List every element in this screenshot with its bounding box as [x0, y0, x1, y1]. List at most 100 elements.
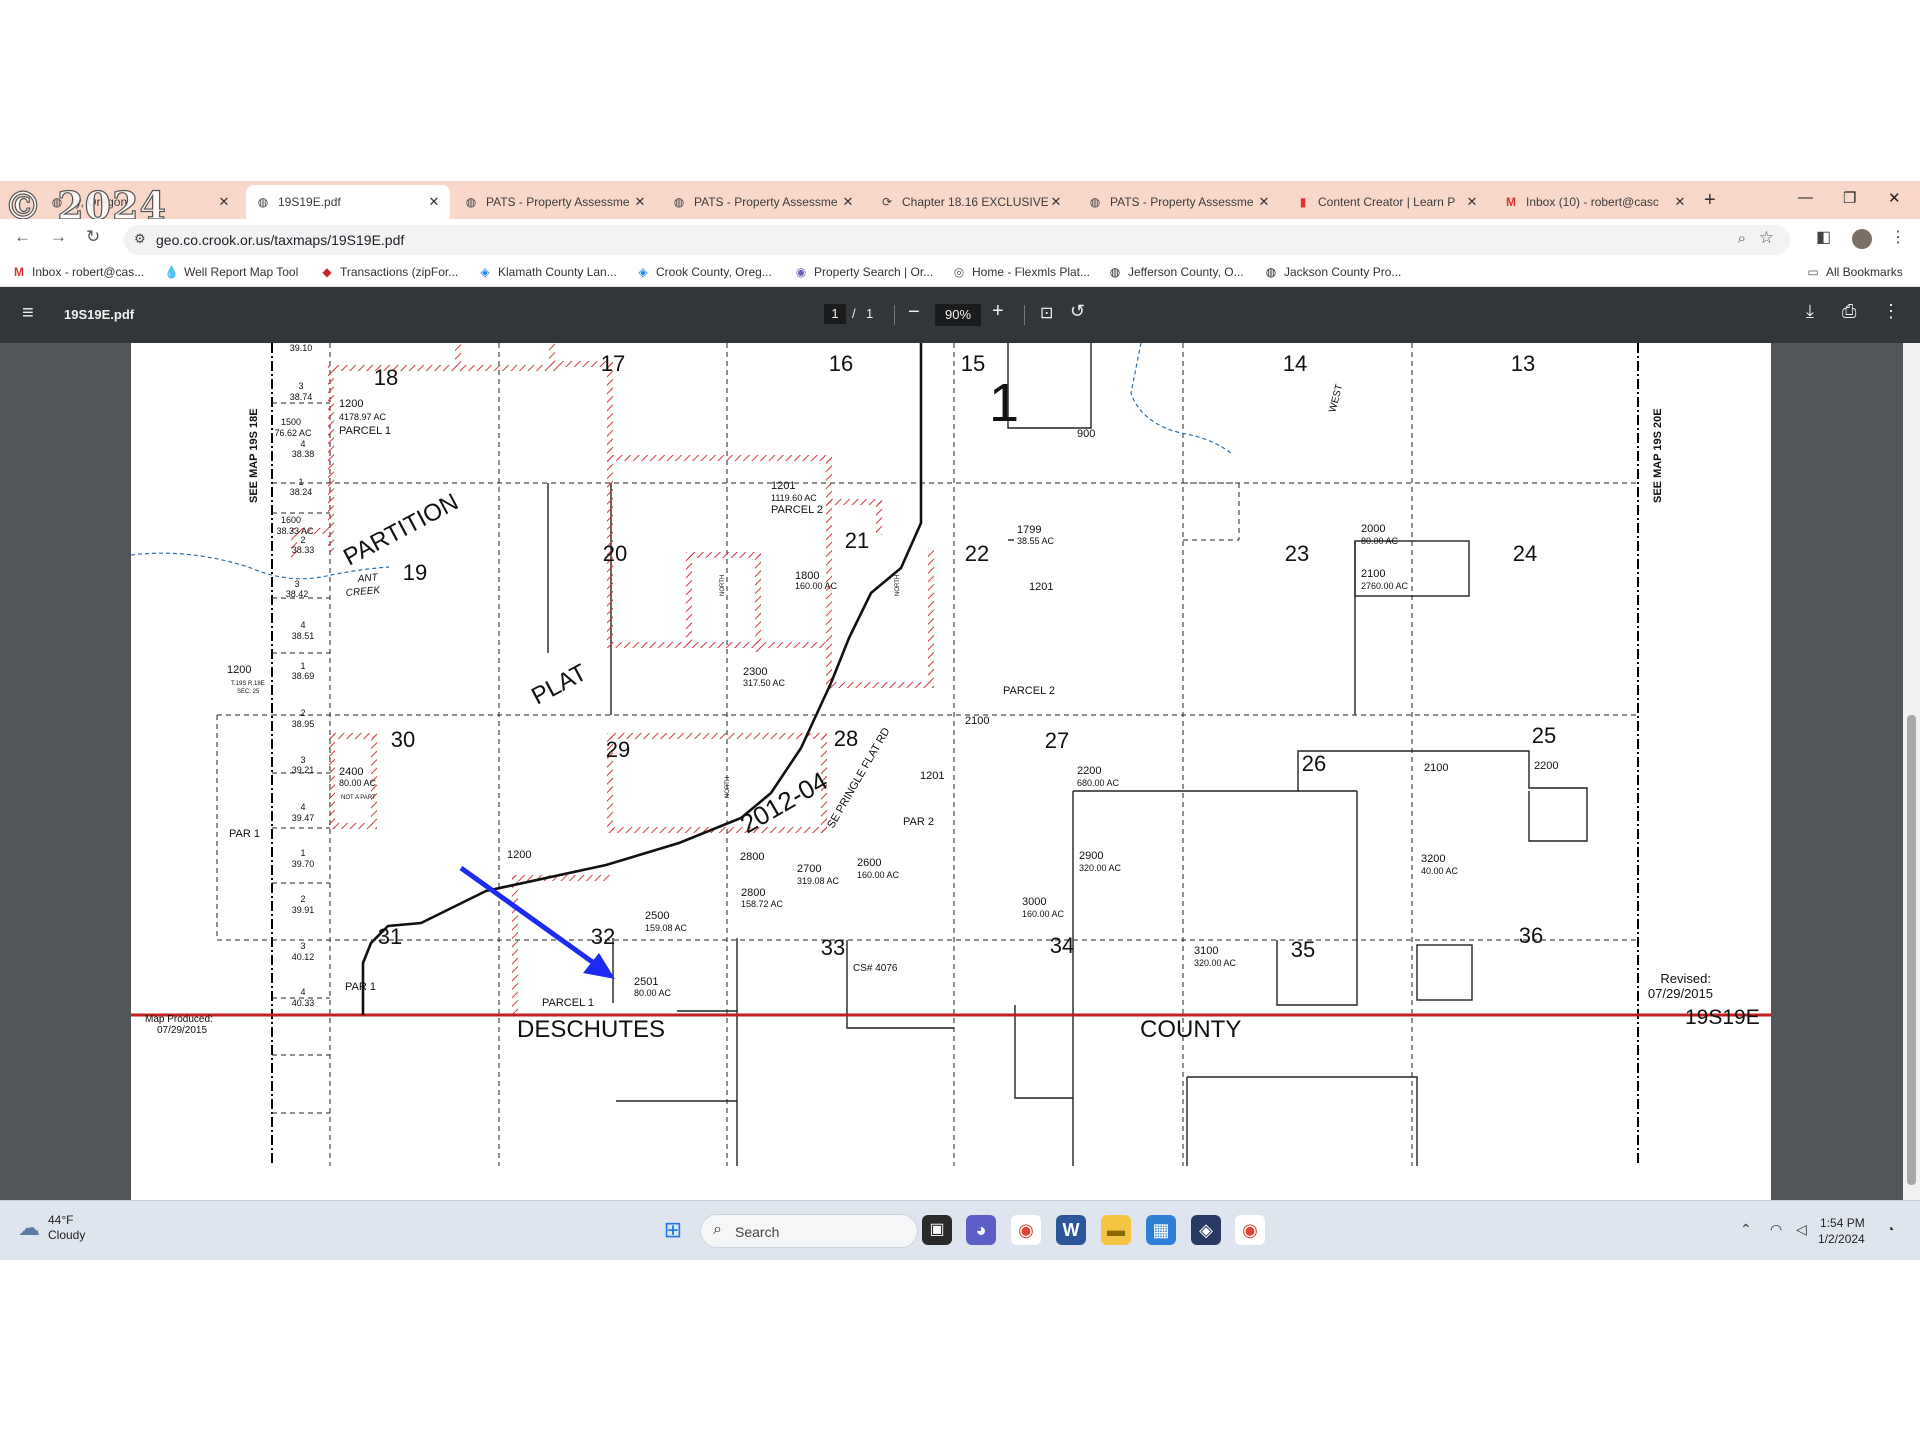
parcel-number: 2300	[743, 666, 767, 678]
side-panel-icon[interactable]: ◧	[1816, 227, 1831, 247]
parcel-number: 2800	[740, 851, 764, 863]
survey-number: CS# 4076	[853, 963, 898, 974]
parcel-area: 40.00 AC	[1421, 866, 1459, 876]
tab-pats-3[interactable]: ◍ PATS - Property Assessme ✕	[1078, 185, 1280, 219]
zoom-level-input[interactable]: 90%	[935, 304, 981, 326]
store-icon[interactable]: ▦	[1146, 1215, 1176, 1245]
bookmark-transactions[interactable]: ◆ Transactions (zipFor...	[320, 265, 458, 279]
scrollbar-thumb[interactable]	[1907, 715, 1916, 1185]
bookmark-property-search[interactable]: ◉ Property Search | Or...	[794, 265, 933, 279]
chrome-profile-icon[interactable]: ◉	[1235, 1215, 1265, 1245]
lot-number: 4	[300, 439, 305, 449]
close-icon[interactable]: ✕	[1672, 194, 1688, 210]
bookmark-jefferson[interactable]: ◍ Jefferson County, O...	[1108, 265, 1244, 279]
parcel-number: 1201	[1029, 581, 1053, 593]
fit-page-icon[interactable]: ⊡	[1040, 303, 1053, 323]
restore-icon[interactable]: ❐	[1843, 189, 1856, 207]
tab-pats-2[interactable]: ◍ PATS - Property Assessme ✕	[662, 185, 864, 219]
forward-arrow-icon[interactable]: →	[50, 227, 67, 247]
close-icon[interactable]: ✕	[1464, 194, 1480, 210]
tab-inbox[interactable]: M Inbox (10) - robert@casc ✕	[1494, 185, 1696, 219]
lot-area: 38.24	[290, 487, 313, 497]
zoom-magnifier-icon[interactable]: ⌕	[1738, 230, 1746, 247]
url-text[interactable]: geo.co.crook.or.us/taxmaps/19S19E.pdf	[156, 232, 404, 248]
search-icon: ⌕	[713, 1221, 722, 1238]
print-icon[interactable]: ⎙	[1842, 301, 1856, 322]
site-info-icon[interactable]: ⚙	[134, 231, 146, 247]
parcel-note: NOT A PART	[341, 795, 376, 801]
tab-strip: ◍ ty, Oregon ✕ ◍ 19S19E.pdf ✕ ◍ PATS - P…	[0, 181, 1920, 229]
tab-19s19e-pdf[interactable]: ◍ 19S19E.pdf ✕	[246, 185, 450, 219]
notification-bell-icon[interactable]: ◔	[1886, 1221, 1894, 1237]
app-icon[interactable]: ◈	[1191, 1215, 1221, 1245]
close-icon[interactable]: ✕	[1256, 194, 1272, 210]
download-icon[interactable]: ⤓	[1806, 301, 1814, 322]
parcel-label: PAR 1	[345, 981, 376, 993]
close-icon[interactable]: ✕	[426, 194, 442, 210]
globe-icon: ◍	[1109, 265, 1121, 279]
county-icon: ◈	[480, 265, 490, 279]
parcel-number: 3200	[1421, 853, 1445, 865]
address-bar[interactable]: ⚙ geo.co.crook.or.us/taxmaps/19S19E.pdf …	[124, 225, 1790, 255]
parcel-number: 1799	[1017, 524, 1041, 536]
bookmark-inbox[interactable]: M Inbox - robert@cas...	[12, 265, 144, 279]
file-explorer-icon[interactable]: ▬	[1101, 1215, 1131, 1245]
system-clock[interactable]: 1:54 PM 1/2/2024	[1818, 1215, 1865, 1247]
profile-avatar[interactable]	[1852, 229, 1872, 249]
new-tab-plus-icon[interactable]: +	[1704, 189, 1716, 212]
task-view-icon[interactable]: ▣	[922, 1215, 952, 1245]
chrome-icon[interactable]: ◉	[1011, 1215, 1041, 1245]
teams-icon[interactable]: ◕	[966, 1215, 996, 1245]
see-map-left: SEE MAP 19S 18E	[248, 408, 260, 503]
window-close-icon[interactable]: ✕	[1888, 189, 1901, 207]
windows-start-icon[interactable]: ⊞	[658, 1215, 688, 1245]
pdf-viewport[interactable]: 18 17 16 15 14 13 19 20 21 22 23 24 30 2…	[0, 343, 1920, 1200]
bookmark-flexmls[interactable]: ◎ Home - Flexmls Plat...	[952, 265, 1090, 279]
minimize-icon[interactable]: —	[1798, 189, 1813, 206]
reload-icon[interactable]: ↻	[86, 227, 100, 247]
all-bookmarks[interactable]: ▭ All Bookmarks	[1806, 265, 1902, 279]
page-number-input[interactable]: 1	[824, 304, 846, 324]
chevron-up-icon[interactable]: ⌃	[1740, 1221, 1752, 1238]
close-icon[interactable]: ✕	[216, 194, 232, 210]
zoom-in-icon[interactable]: +	[992, 300, 1004, 323]
weather-widget[interactable]: ☁ 44°F Cloudy	[18, 1213, 85, 1243]
tab-content-creator[interactable]: ▮ Content Creator | Learn P ✕	[1286, 185, 1488, 219]
tab-chapter[interactable]: ⟳ Chapter 18.16 EXCLUSIVE ✕	[870, 185, 1072, 219]
bookmarks-bar: M Inbox - robert@cas... 💧 Well Report Ma…	[0, 259, 1920, 287]
parcel-area: 38.55 AC	[1017, 536, 1055, 546]
north-label: NORTH	[725, 777, 731, 798]
close-icon[interactable]: ✕	[632, 194, 648, 210]
zoom-out-icon[interactable]: −	[908, 301, 920, 324]
parcel-area: 319.08 AC	[797, 876, 840, 886]
parcel-area: 4178.97 AC	[339, 412, 387, 422]
bookmark-klamath[interactable]: ◈ Klamath County Lan...	[478, 265, 616, 279]
vertical-scrollbar[interactable]	[1903, 343, 1920, 1200]
screen: ◍ ty, Oregon ✕ ◍ 19S19E.pdf ✕ ◍ PATS - P…	[0, 181, 1920, 1260]
section-29: 29	[606, 737, 630, 762]
bookmark-well-report[interactable]: 💧 Well Report Map Tool	[164, 265, 298, 279]
parcel-number: 2100	[1424, 762, 1448, 774]
lot-area: 76.62 AC	[274, 428, 312, 438]
taskbar-search-box[interactable]: ⌕ Search	[700, 1214, 918, 1248]
lot-number: 1500	[281, 417, 301, 427]
lot-number: 4	[300, 620, 305, 630]
volume-icon[interactable]: ◁	[1796, 1221, 1807, 1238]
search-placeholder: Search	[735, 1224, 780, 1240]
bookmark-star-icon[interactable]: ☆	[1759, 228, 1774, 248]
rotate-icon[interactable]: ↺	[1070, 301, 1085, 322]
close-icon[interactable]: ✕	[1048, 194, 1064, 210]
back-arrow-icon[interactable]: ←	[14, 227, 31, 247]
browser-menu-icon[interactable]: ⋮	[1890, 227, 1906, 247]
hamburger-menu-icon[interactable]: ≡	[22, 302, 34, 325]
parcel-number: 1200	[227, 664, 251, 676]
close-icon[interactable]: ✕	[840, 194, 856, 210]
tab-pats-1[interactable]: ◍ PATS - Property Assessme ✕	[454, 185, 656, 219]
bookmark-crook[interactable]: ◈ Crook County, Oreg...	[636, 265, 771, 279]
wifi-icon[interactable]: ◠	[1770, 1221, 1782, 1238]
page-separator: /	[852, 306, 856, 321]
more-options-icon[interactable]: ⋮	[1882, 301, 1900, 322]
word-icon[interactable]: W	[1056, 1215, 1086, 1245]
bookmark-jackson[interactable]: ◍ Jackson County Pro...	[1264, 265, 1402, 279]
parcel-area: 158.72 AC	[741, 899, 784, 909]
